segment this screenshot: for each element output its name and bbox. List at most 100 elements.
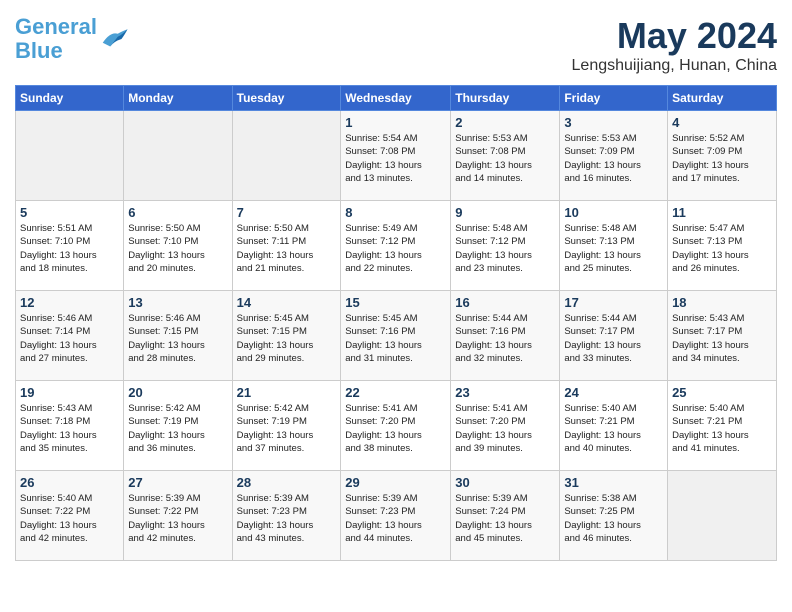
calendar-cell: 10 Sunrise: 5:48 AM Sunset: 7:13 PM Dayli…	[560, 201, 668, 291]
day-info: Sunrise: 5:45 AM Sunset: 7:15 PM Dayligh…	[237, 312, 337, 365]
day-number: 27	[128, 475, 227, 490]
day-number: 2	[455, 115, 555, 130]
calendar-cell: 20 Sunrise: 5:42 AM Sunset: 7:19 PM Dayli…	[124, 381, 232, 471]
calendar-cell: 12 Sunrise: 5:46 AM Sunset: 7:14 PM Dayli…	[16, 291, 124, 381]
day-info: Sunrise: 5:38 AM Sunset: 7:25 PM Dayligh…	[564, 492, 663, 545]
day-number: 7	[237, 205, 337, 220]
day-info: Sunrise: 5:39 AM Sunset: 7:23 PM Dayligh…	[237, 492, 337, 545]
day-number: 3	[564, 115, 663, 130]
calendar-table: SundayMondayTuesdayWednesdayThursdayFrid…	[15, 85, 777, 561]
header-cell-saturday: Saturday	[668, 86, 777, 111]
week-row-1: 1 Sunrise: 5:54 AM Sunset: 7:08 PM Daylig…	[16, 111, 777, 201]
day-info: Sunrise: 5:40 AM Sunset: 7:21 PM Dayligh…	[564, 402, 663, 455]
calendar-cell: 18 Sunrise: 5:43 AM Sunset: 7:17 PM Dayli…	[668, 291, 777, 381]
logo-text: General Blue	[15, 15, 97, 63]
day-number: 30	[455, 475, 555, 490]
day-number: 14	[237, 295, 337, 310]
day-info: Sunrise: 5:46 AM Sunset: 7:15 PM Dayligh…	[128, 312, 227, 365]
day-info: Sunrise: 5:40 AM Sunset: 7:21 PM Dayligh…	[672, 402, 772, 455]
calendar-cell: 21 Sunrise: 5:42 AM Sunset: 7:19 PM Dayli…	[232, 381, 341, 471]
location-subtitle: Lengshuijiang, Hunan, China	[572, 57, 777, 75]
calendar-cell: 9 Sunrise: 5:48 AM Sunset: 7:12 PM Daylig…	[451, 201, 560, 291]
day-number: 4	[672, 115, 772, 130]
calendar-cell: 23Sunrise: 5:41 AM Sunset: 7:20 PM Dayli…	[451, 381, 560, 471]
day-info: Sunrise: 5:39 AM Sunset: 7:22 PM Dayligh…	[128, 492, 227, 545]
day-number: 24	[564, 385, 663, 400]
day-info: Sunrise: 5:53 AM Sunset: 7:09 PM Dayligh…	[564, 132, 663, 185]
calendar-cell: 25 Sunrise: 5:40 AM Sunset: 7:21 PM Dayli…	[668, 381, 777, 471]
logo-bird-icon	[99, 27, 129, 51]
calendar-cell: 7Sunrise: 5:50 AM Sunset: 7:11 PM Daylig…	[232, 201, 341, 291]
calendar-cell: 1 Sunrise: 5:54 AM Sunset: 7:08 PM Daylig…	[341, 111, 451, 201]
day-info: Sunrise: 5:51 AM Sunset: 7:10 PM Dayligh…	[20, 222, 119, 275]
calendar-body: 1 Sunrise: 5:54 AM Sunset: 7:08 PM Daylig…	[16, 111, 777, 561]
day-info: Sunrise: 5:50 AM Sunset: 7:10 PM Dayligh…	[128, 222, 227, 275]
calendar-cell: 11 Sunrise: 5:47 AM Sunset: 7:13 PM Dayli…	[668, 201, 777, 291]
day-number: 19	[20, 385, 119, 400]
calendar-cell: 3 Sunrise: 5:53 AM Sunset: 7:09 PM Daylig…	[560, 111, 668, 201]
day-number: 22	[345, 385, 446, 400]
day-info: Sunrise: 5:42 AM Sunset: 7:19 PM Dayligh…	[237, 402, 337, 455]
month-year-title: May 2024	[572, 15, 777, 57]
calendar-cell: 28Sunrise: 5:39 AM Sunset: 7:23 PM Dayli…	[232, 471, 341, 561]
header-cell-wednesday: Wednesday	[341, 86, 451, 111]
week-row-2: 5Sunrise: 5:51 AM Sunset: 7:10 PM Daylig…	[16, 201, 777, 291]
calendar-cell: 2 Sunrise: 5:53 AM Sunset: 7:08 PM Daylig…	[451, 111, 560, 201]
day-info: Sunrise: 5:41 AM Sunset: 7:20 PM Dayligh…	[345, 402, 446, 455]
day-info: Sunrise: 5:52 AM Sunset: 7:09 PM Dayligh…	[672, 132, 772, 185]
day-number: 25	[672, 385, 772, 400]
day-number: 17	[564, 295, 663, 310]
day-info: Sunrise: 5:54 AM Sunset: 7:08 PM Dayligh…	[345, 132, 446, 185]
calendar-cell: 13 Sunrise: 5:46 AM Sunset: 7:15 PM Dayli…	[124, 291, 232, 381]
day-info: Sunrise: 5:43 AM Sunset: 7:17 PM Dayligh…	[672, 312, 772, 365]
day-info: Sunrise: 5:42 AM Sunset: 7:19 PM Dayligh…	[128, 402, 227, 455]
day-info: Sunrise: 5:44 AM Sunset: 7:17 PM Dayligh…	[564, 312, 663, 365]
calendar-cell: 5Sunrise: 5:51 AM Sunset: 7:10 PM Daylig…	[16, 201, 124, 291]
day-number: 21	[237, 385, 337, 400]
day-number: 1	[345, 115, 446, 130]
calendar-cell: 17 Sunrise: 5:44 AM Sunset: 7:17 PM Dayli…	[560, 291, 668, 381]
day-info: Sunrise: 5:40 AM Sunset: 7:22 PM Dayligh…	[20, 492, 119, 545]
day-info: Sunrise: 5:39 AM Sunset: 7:24 PM Dayligh…	[455, 492, 555, 545]
day-info: Sunrise: 5:49 AM Sunset: 7:12 PM Dayligh…	[345, 222, 446, 275]
day-info: Sunrise: 5:48 AM Sunset: 7:12 PM Dayligh…	[455, 222, 555, 275]
day-number: 23	[455, 385, 555, 400]
day-info: Sunrise: 5:46 AM Sunset: 7:14 PM Dayligh…	[20, 312, 119, 365]
header-cell-friday: Friday	[560, 86, 668, 111]
calendar-cell: 15Sunrise: 5:45 AM Sunset: 7:16 PM Dayli…	[341, 291, 451, 381]
calendar-cell: 26Sunrise: 5:40 AM Sunset: 7:22 PM Dayli…	[16, 471, 124, 561]
header-cell-sunday: Sunday	[16, 86, 124, 111]
day-number: 13	[128, 295, 227, 310]
header-row: SundayMondayTuesdayWednesdayThursdayFrid…	[16, 86, 777, 111]
calendar-cell: 19 Sunrise: 5:43 AM Sunset: 7:18 PM Dayli…	[16, 381, 124, 471]
day-number: 9	[455, 205, 555, 220]
day-number: 16	[455, 295, 555, 310]
day-info: Sunrise: 5:48 AM Sunset: 7:13 PM Dayligh…	[564, 222, 663, 275]
week-row-4: 19 Sunrise: 5:43 AM Sunset: 7:18 PM Dayli…	[16, 381, 777, 471]
title-area: May 2024 Lengshuijiang, Hunan, China	[572, 15, 777, 75]
week-row-3: 12 Sunrise: 5:46 AM Sunset: 7:14 PM Dayli…	[16, 291, 777, 381]
week-row-5: 26Sunrise: 5:40 AM Sunset: 7:22 PM Dayli…	[16, 471, 777, 561]
day-number: 6	[128, 205, 227, 220]
day-info: Sunrise: 5:47 AM Sunset: 7:13 PM Dayligh…	[672, 222, 772, 275]
logo: General Blue	[15, 15, 129, 63]
header-cell-monday: Monday	[124, 86, 232, 111]
day-info: Sunrise: 5:43 AM Sunset: 7:18 PM Dayligh…	[20, 402, 119, 455]
calendar-cell	[16, 111, 124, 201]
calendar-cell: 22 Sunrise: 5:41 AM Sunset: 7:20 PM Dayli…	[341, 381, 451, 471]
day-number: 31	[564, 475, 663, 490]
calendar-cell: 30 Sunrise: 5:39 AM Sunset: 7:24 PM Dayli…	[451, 471, 560, 561]
page-header: General Blue May 2024 Lengshuijiang, Hun…	[15, 15, 777, 75]
day-number: 12	[20, 295, 119, 310]
day-number: 20	[128, 385, 227, 400]
day-number: 10	[564, 205, 663, 220]
day-number: 18	[672, 295, 772, 310]
day-number: 11	[672, 205, 772, 220]
header-cell-thursday: Thursday	[451, 86, 560, 111]
calendar-cell: 14 Sunrise: 5:45 AM Sunset: 7:15 PM Dayli…	[232, 291, 341, 381]
day-info: Sunrise: 5:53 AM Sunset: 7:08 PM Dayligh…	[455, 132, 555, 185]
calendar-cell: 31 Sunrise: 5:38 AM Sunset: 7:25 PM Dayli…	[560, 471, 668, 561]
day-info: Sunrise: 5:45 AM Sunset: 7:16 PM Dayligh…	[345, 312, 446, 365]
day-info: Sunrise: 5:44 AM Sunset: 7:16 PM Dayligh…	[455, 312, 555, 365]
calendar-cell: 27 Sunrise: 5:39 AM Sunset: 7:22 PM Dayli…	[124, 471, 232, 561]
